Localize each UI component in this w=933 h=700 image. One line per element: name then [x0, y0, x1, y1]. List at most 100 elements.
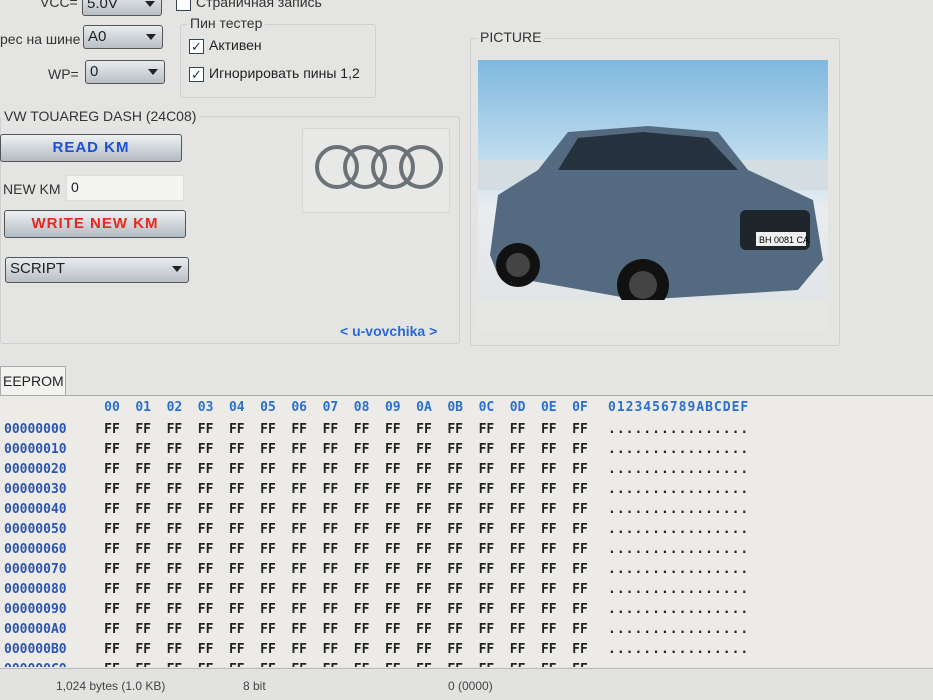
byte-cell[interactable]: FF — [285, 642, 313, 657]
byte-cell[interactable]: FF — [441, 522, 469, 537]
byte-cell[interactable]: FF — [129, 542, 157, 557]
byte-cell[interactable]: FF — [129, 422, 157, 437]
byte-cell[interactable]: FF — [192, 482, 220, 497]
byte-cell[interactable]: FF — [254, 442, 282, 457]
byte-cell[interactable]: FF — [129, 662, 157, 667]
byte-cell[interactable]: FF — [192, 582, 220, 597]
byte-cell[interactable]: FF — [223, 482, 251, 497]
ascii-cell[interactable]: ................ — [608, 602, 749, 617]
byte-cell[interactable]: FF — [316, 522, 344, 537]
byte-cell[interactable]: FF — [160, 642, 188, 657]
byte-cell[interactable]: FF — [316, 502, 344, 517]
active-checkbox[interactable]: ✓ Активен — [189, 37, 262, 54]
byte-cell[interactable]: FF — [192, 422, 220, 437]
byte-cell[interactable]: FF — [472, 482, 500, 497]
byte-cell[interactable]: FF — [160, 502, 188, 517]
byte-cell[interactable]: FF — [192, 602, 220, 617]
byte-cell[interactable]: FF — [98, 662, 126, 667]
byte-cell[interactable]: FF — [504, 582, 532, 597]
byte-cell[interactable]: FF — [441, 642, 469, 657]
byte-cell[interactable]: FF — [504, 542, 532, 557]
byte-cell[interactable]: FF — [441, 562, 469, 577]
byte-cell[interactable]: FF — [223, 542, 251, 557]
byte-cell[interactable]: FF — [379, 562, 407, 577]
byte-cell[interactable]: FF — [566, 582, 594, 597]
byte-cell[interactable]: FF — [410, 442, 438, 457]
byte-cell[interactable]: FF — [254, 462, 282, 477]
ascii-cell[interactable]: ................ — [608, 642, 749, 657]
byte-cell[interactable]: FF — [379, 522, 407, 537]
byte-cell[interactable]: FF — [254, 522, 282, 537]
byte-cell[interactable]: FF — [129, 502, 157, 517]
byte-cell[interactable]: FF — [472, 462, 500, 477]
byte-cell[interactable]: FF — [535, 622, 563, 637]
byte-cell[interactable]: FF — [410, 542, 438, 557]
byte-cell[interactable]: FF — [504, 562, 532, 577]
byte-cell[interactable]: FF — [566, 422, 594, 437]
vcc-select[interactable]: 5.0V — [82, 0, 162, 16]
byte-cell[interactable]: FF — [316, 422, 344, 437]
byte-cell[interactable]: FF — [316, 542, 344, 557]
ignore-pins-checkbox[interactable]: ✓ Игнорировать пины 1,2 — [189, 65, 360, 82]
byte-cell[interactable]: FF — [441, 662, 469, 667]
byte-cell[interactable]: FF — [160, 542, 188, 557]
byte-cell[interactable]: FF — [285, 602, 313, 617]
byte-cell[interactable]: FF — [129, 482, 157, 497]
byte-cell[interactable]: FF — [535, 522, 563, 537]
byte-cell[interactable]: FF — [254, 602, 282, 617]
byte-cell[interactable]: FF — [285, 582, 313, 597]
ascii-cell[interactable]: ................ — [608, 462, 749, 477]
byte-cell[interactable]: FF — [160, 582, 188, 597]
byte-cell[interactable]: FF — [348, 642, 376, 657]
ascii-cell[interactable]: ................ — [608, 522, 749, 537]
byte-cell[interactable]: FF — [410, 502, 438, 517]
byte-cell[interactable]: FF — [379, 482, 407, 497]
byte-cell[interactable]: FF — [379, 602, 407, 617]
byte-cell[interactable]: FF — [410, 582, 438, 597]
byte-cell[interactable]: FF — [98, 482, 126, 497]
byte-cell[interactable]: FF — [379, 442, 407, 457]
byte-cell[interactable]: FF — [316, 442, 344, 457]
byte-cell[interactable]: FF — [441, 422, 469, 437]
byte-cell[interactable]: FF — [348, 462, 376, 477]
byte-cell[interactable]: FF — [129, 442, 157, 457]
byte-cell[interactable]: FF — [566, 542, 594, 557]
byte-cell[interactable]: FF — [379, 622, 407, 637]
byte-cell[interactable]: FF — [98, 462, 126, 477]
byte-cell[interactable]: FF — [192, 542, 220, 557]
byte-cell[interactable]: FF — [379, 462, 407, 477]
byte-cell[interactable]: FF — [472, 562, 500, 577]
byte-cell[interactable]: FF — [223, 602, 251, 617]
byte-cell[interactable]: FF — [535, 562, 563, 577]
byte-cell[interactable]: FF — [348, 542, 376, 557]
byte-cell[interactable]: FF — [566, 562, 594, 577]
byte-cell[interactable]: FF — [566, 462, 594, 477]
byte-cell[interactable]: FF — [410, 482, 438, 497]
byte-cell[interactable]: FF — [129, 562, 157, 577]
byte-cell[interactable]: FF — [98, 642, 126, 657]
byte-cell[interactable]: FF — [160, 562, 188, 577]
byte-cell[interactable]: FF — [254, 662, 282, 667]
byte-cell[interactable]: FF — [379, 642, 407, 657]
byte-cell[interactable]: FF — [472, 642, 500, 657]
ascii-cell[interactable]: ................ — [608, 542, 749, 557]
write-new-km-button[interactable]: WRITE NEW KM — [4, 210, 186, 238]
ascii-cell[interactable]: ................ — [608, 622, 749, 637]
byte-cell[interactable]: FF — [410, 602, 438, 617]
byte-cell[interactable]: FF — [192, 622, 220, 637]
byte-cell[interactable]: FF — [98, 442, 126, 457]
byte-cell[interactable]: FF — [285, 562, 313, 577]
byte-cell[interactable]: FF — [566, 442, 594, 457]
byte-cell[interactable]: FF — [379, 502, 407, 517]
byte-cell[interactable]: FF — [254, 582, 282, 597]
byte-cell[interactable]: FF — [223, 562, 251, 577]
byte-cell[interactable]: FF — [98, 602, 126, 617]
byte-cell[interactable]: FF — [192, 562, 220, 577]
byte-cell[interactable]: FF — [98, 562, 126, 577]
byte-cell[interactable]: FF — [223, 642, 251, 657]
byte-cell[interactable]: FF — [504, 422, 532, 437]
byte-cell[interactable]: FF — [285, 662, 313, 667]
byte-cell[interactable]: FF — [160, 422, 188, 437]
byte-cell[interactable]: FF — [504, 442, 532, 457]
new-km-input[interactable]: 0 — [66, 175, 184, 201]
